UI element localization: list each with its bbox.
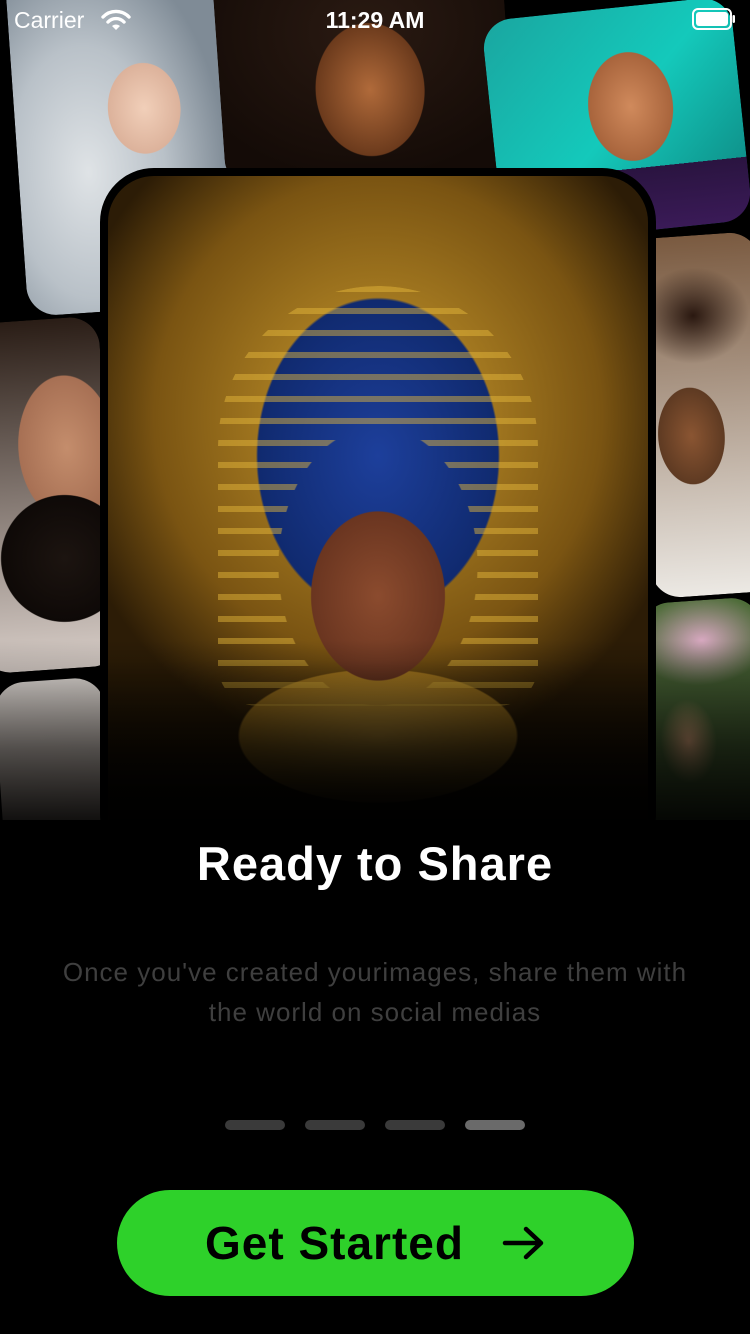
page-indicator-dot-2[interactable]	[305, 1120, 365, 1130]
onboarding-title: Ready to Share	[196, 837, 554, 890]
status-bar: Carrier 11:29 AM	[0, 0, 750, 40]
collage-fade-overlay	[0, 640, 750, 820]
page-indicator	[225, 1120, 525, 1130]
portrait-collage	[0, 0, 750, 820]
status-time: 11:29 AM	[325, 7, 425, 33]
page-indicator-dot-3[interactable]	[385, 1120, 445, 1130]
arrow-right-icon	[502, 1226, 544, 1260]
get-started-button[interactable]: Get Started	[117, 1190, 634, 1296]
page-indicator-dot-1[interactable]	[225, 1120, 285, 1130]
battery-icon	[692, 8, 735, 30]
page-indicator-dot-4-active[interactable]	[465, 1120, 525, 1130]
get-started-label: Get Started	[205, 1217, 464, 1269]
onboarding-subtitle: Once you've created yourimages, share th…	[62, 957, 688, 1027]
